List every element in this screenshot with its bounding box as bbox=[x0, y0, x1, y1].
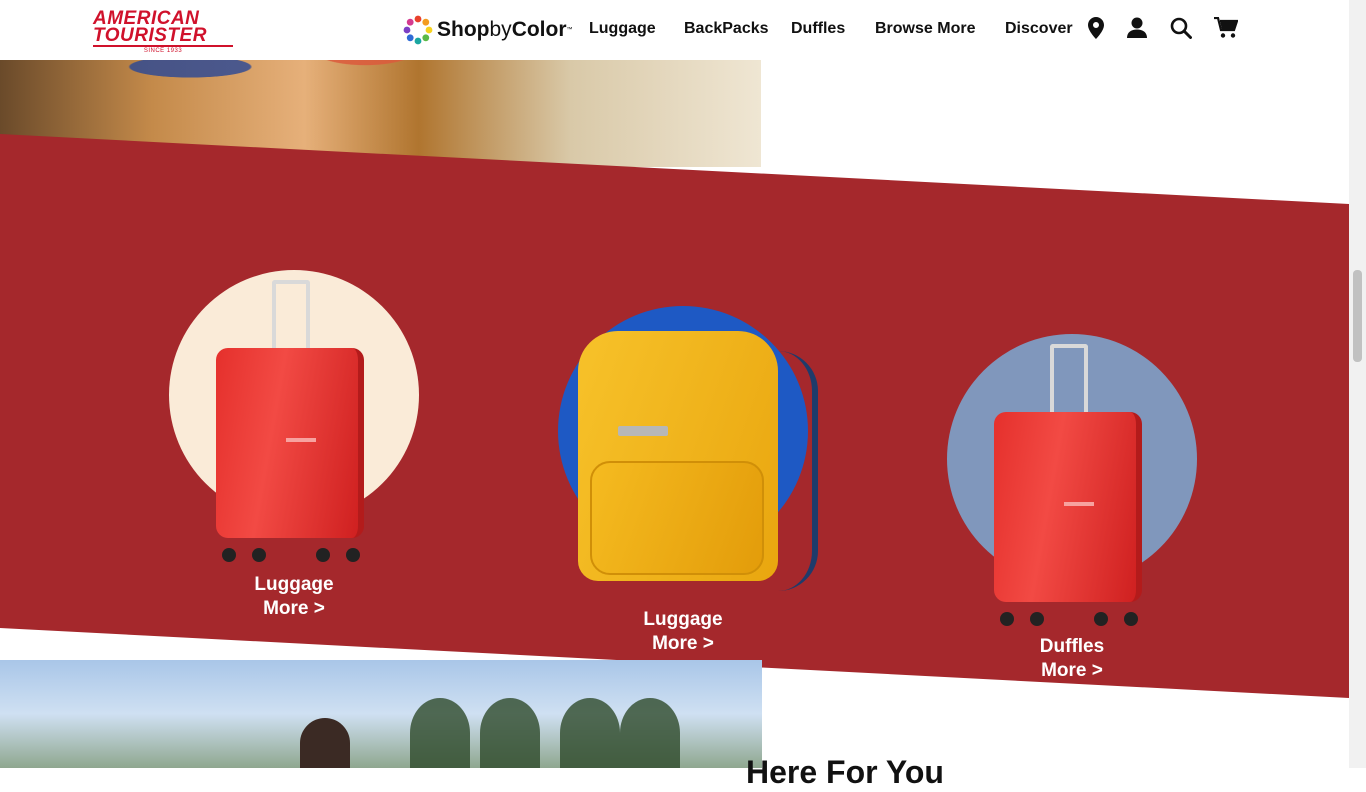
nav-discover[interactable]: Discover bbox=[1005, 20, 1073, 38]
location-icon[interactable] bbox=[1088, 17, 1104, 44]
category-card-backpacks[interactable]: Luggage More > bbox=[553, 306, 818, 666]
sbc-text-by: by bbox=[489, 18, 512, 41]
section-heading: Here For You bbox=[746, 754, 944, 790]
shop-by-color-link[interactable]: Shop by Color ™ bbox=[403, 14, 573, 46]
category-card-luggage[interactable]: Luggage More > bbox=[164, 270, 424, 630]
category-title: Luggage bbox=[254, 574, 334, 595]
site-header: AMERICAN TOURISTER SINCE 1933 Shop by Co… bbox=[0, 0, 1349, 60]
sbc-text-color: Color bbox=[511, 18, 567, 41]
logo-tagline: SINCE 1933 bbox=[143, 48, 183, 54]
suitcase-image bbox=[216, 280, 366, 562]
scrollbar-thumb[interactable] bbox=[1353, 270, 1362, 362]
more-link[interactable]: More > bbox=[942, 659, 1202, 683]
logo-line-2: TOURISTER bbox=[93, 26, 233, 47]
nav-duffles[interactable]: Duffles bbox=[791, 20, 845, 38]
category-title: Duffles bbox=[1039, 636, 1105, 657]
suitcase-image bbox=[994, 344, 1144, 626]
page-scrollbar[interactable] bbox=[1349, 0, 1366, 768]
search-icon[interactable] bbox=[1170, 17, 1192, 44]
more-link[interactable]: More > bbox=[553, 632, 813, 656]
account-icon[interactable] bbox=[1127, 17, 1147, 44]
color-wheel-icon bbox=[403, 15, 433, 45]
sbc-trademark: ™ bbox=[566, 27, 573, 33]
sbc-text-shop: Shop bbox=[437, 18, 490, 41]
category-card-duffles[interactable]: Duffles More > bbox=[942, 334, 1202, 694]
nav-backpacks[interactable]: BackPacks bbox=[684, 20, 769, 38]
backpack-image bbox=[578, 331, 818, 591]
nav-browse-more[interactable]: Browse More bbox=[875, 20, 975, 38]
category-title: Luggage bbox=[643, 609, 723, 630]
more-link[interactable]: More > bbox=[164, 597, 424, 621]
cart-icon[interactable] bbox=[1214, 16, 1239, 44]
nav-luggage[interactable]: Luggage bbox=[589, 20, 656, 38]
lifestyle-photo-palm-trees bbox=[0, 660, 762, 768]
american-tourister-logo[interactable]: AMERICAN TOURISTER SINCE 1933 bbox=[93, 9, 233, 54]
